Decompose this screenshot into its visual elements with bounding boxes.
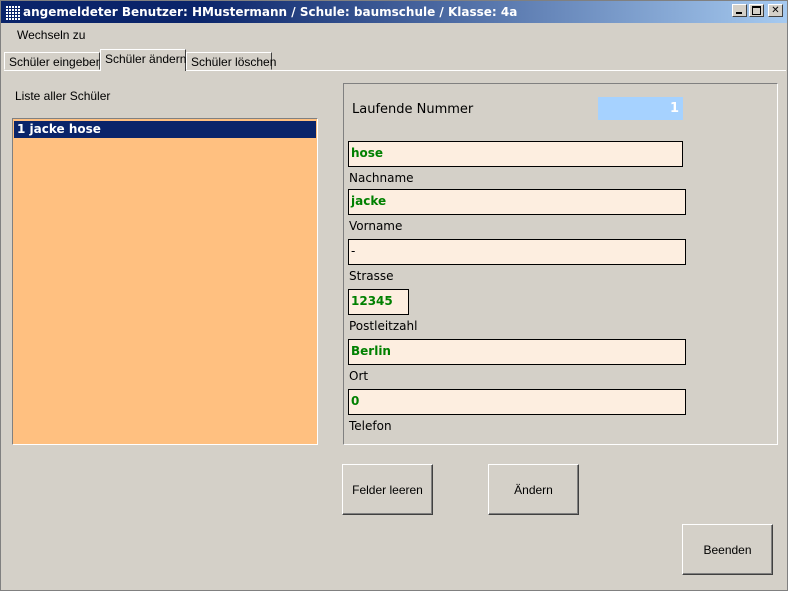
ort-input[interactable]: Berlin <box>348 339 686 365</box>
menu-item-wechseln-zu[interactable]: Wechseln zu <box>17 28 85 42</box>
laufende-nummer-field: 1 <box>598 97 683 120</box>
vorname-label: Vorname <box>349 219 403 233</box>
telefon-label: Telefon <box>349 419 392 433</box>
postleitzahl-label: Postleitzahl <box>349 319 418 333</box>
aendern-button[interactable]: Ändern <box>488 464 579 515</box>
tab-schueler-eingeben[interactable]: Schüler eingeben <box>4 52 102 70</box>
window-title: angemeldeter Benutzer: HMustermann / Sch… <box>23 5 518 19</box>
nachname-label: Nachname <box>349 171 414 185</box>
beenden-button[interactable]: Beenden <box>682 524 773 575</box>
application-window: angemeldeter Benutzer: HMustermann / Sch… <box>0 0 788 591</box>
app-icon[interactable] <box>4 4 21 21</box>
vorname-input[interactable]: jacke <box>348 189 686 215</box>
minimize-button[interactable] <box>732 4 747 17</box>
felder-leeren-button[interactable]: Felder leeren <box>342 464 433 515</box>
strasse-input[interactable]: - <box>348 239 686 265</box>
strasse-label: Strasse <box>349 269 394 283</box>
window-controls: ✕ <box>732 4 783 17</box>
student-listbox[interactable]: 1 jacke hose <box>12 118 318 445</box>
telefon-input[interactable]: 0 <box>348 389 686 415</box>
laufende-nummer-label: Laufende Nummer <box>352 102 474 117</box>
ort-label: Ort <box>349 369 369 383</box>
title-bar[interactable]: angemeldeter Benutzer: HMustermann / Sch… <box>1 1 787 23</box>
tab-schueler-loeschen[interactable]: Schüler löschen <box>186 52 276 70</box>
maximize-button[interactable] <box>749 4 764 17</box>
nachname-input[interactable]: hose <box>348 141 683 167</box>
menu-bar: Wechseln zu <box>1 24 787 44</box>
tab-schueler-aendern[interactable]: Schüler ändern <box>100 49 186 71</box>
postleitzahl-input[interactable]: 12345 <box>348 289 409 315</box>
list-item-selected[interactable]: 1 jacke hose <box>14 121 316 138</box>
student-list-label: Liste aller Schüler <box>15 89 111 103</box>
close-button[interactable]: ✕ <box>768 4 783 17</box>
